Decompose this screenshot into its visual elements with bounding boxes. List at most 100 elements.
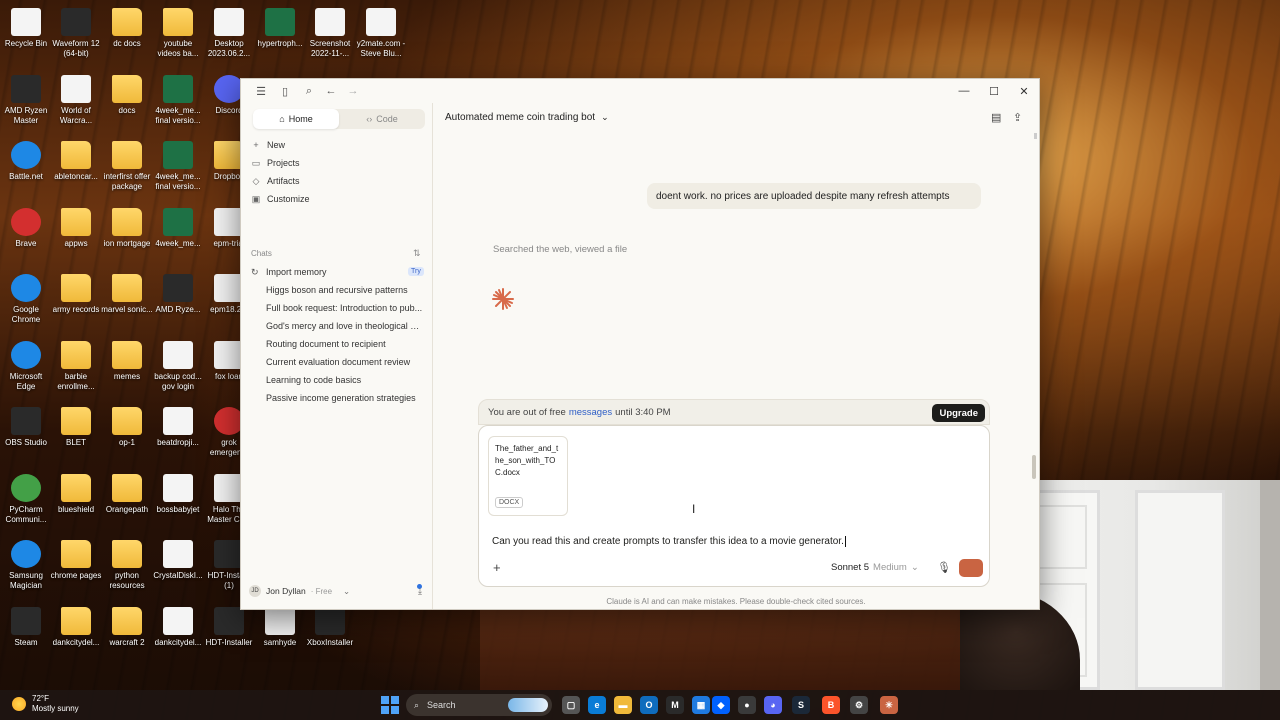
desktop-icon[interactable]: Steam — [0, 606, 52, 648]
desktop-icon[interactable]: backup cod... gov login — [152, 340, 204, 392]
desktop-icon[interactable]: army records — [50, 274, 102, 315]
chat-item[interactable]: Current evaluation document review — [266, 357, 424, 367]
sidebar-item-artifacts[interactable]: ◇ Artifacts — [251, 172, 427, 190]
search-icon[interactable]: ⌕ — [301, 83, 317, 99]
desktop-icon[interactable]: memes — [101, 340, 153, 382]
model-selector[interactable]: Sonnet 5 Medium ⌄ — [831, 562, 919, 573]
desktop-icon[interactable]: dc docs — [101, 8, 153, 49]
microphone-icon[interactable]: 🎙 — [937, 561, 951, 574]
desktop-icon[interactable]: chrome pages — [50, 540, 102, 581]
desktop-icon[interactable]: Screenshot 2022-11-... — [304, 8, 356, 59]
desktop-icon[interactable]: Samsung Magician — [0, 540, 52, 591]
sidebar-item-customize[interactable]: ▣ Customize — [251, 190, 427, 208]
desktop-icon[interactable]: World of Warcra... — [50, 74, 102, 126]
chat-item[interactable]: Full book request: Introduction to pub..… — [266, 303, 424, 313]
desktop-icon[interactable]: youtube videos ba... — [152, 8, 204, 59]
windows-start-icon[interactable] — [381, 696, 399, 714]
desktop-icon[interactable]: barbie enrollme... — [50, 340, 102, 392]
desktop-icon[interactable]: Waveform 12 (64-bit) — [50, 8, 102, 59]
add-attachment-button[interactable]: + — [493, 560, 501, 575]
desktop-icon[interactable]: Microsoft Edge — [0, 340, 52, 392]
desktop-icon[interactable]: beatdropji... — [152, 407, 204, 448]
desktop-icon[interactable]: Recycle Bin — [0, 8, 52, 49]
desktop-icon[interactable]: Desktop 2023.06.2... — [203, 8, 255, 59]
desktop-icon[interactable]: ion mortgage — [101, 207, 153, 249]
sidebar-toggle-icon[interactable]: ▯ — [277, 83, 293, 99]
desktop-icon[interactable]: marvel sonic... — [101, 274, 153, 315]
settings-icon[interactable]: ⚙ — [850, 696, 868, 714]
attachment-card[interactable]: The_father_and_the_son_with_TOC.docx DOC… — [488, 436, 568, 516]
desktop-icon[interactable]: 4week_me... final versio... — [152, 74, 204, 126]
desktop-icon[interactable]: Brave — [0, 207, 52, 249]
desktop-icon[interactable]: AMD Ryze... — [152, 274, 204, 315]
scrollbar-thumb[interactable] — [1032, 455, 1036, 479]
user-profile[interactable]: JD Jon Dyllan · Free ⌄ — [249, 583, 425, 599]
back-arrow-icon[interactable]: ← — [323, 83, 339, 99]
task-view-icon[interactable]: ▢ — [562, 696, 580, 714]
desktop-icon[interactable]: XboxInstaller — [304, 606, 356, 648]
filter-icon[interactable]: ⇅ — [413, 248, 421, 259]
chat-item[interactable]: Learning to code basics — [266, 375, 424, 385]
download-icon[interactable]: ⤓ — [418, 586, 422, 597]
sidebar-item-projects[interactable]: ▭ Projects — [251, 154, 427, 172]
desktop-icon[interactable]: blueshield — [50, 473, 102, 515]
desktop-icon[interactable]: 4week_me... final versio... — [152, 141, 204, 192]
minimize-button[interactable]: — — [951, 81, 977, 101]
desktop-icon[interactable]: hypertroph... — [254, 8, 306, 49]
tab-home[interactable]: ⌂ Home — [253, 109, 339, 129]
forward-arrow-icon[interactable]: → — [345, 83, 361, 99]
desktop-icon[interactable]: Orangepath — [101, 473, 153, 515]
chat-title-dropdown[interactable]: Automated meme coin trading bot ⌄ — [445, 112, 609, 123]
chat-item-import-memory[interactable]: Import memory — [266, 267, 424, 277]
store-icon[interactable]: ▦ — [692, 696, 710, 714]
desktop-icon[interactable]: bossbabyjet — [152, 473, 204, 515]
desktop-icon[interactable]: dankcitydel... — [152, 606, 204, 648]
desktop-icon[interactable]: y2mate.com - Steve Blu... — [355, 8, 407, 59]
desktop-icon[interactable]: 4week_me... — [152, 207, 204, 249]
desktop-icon[interactable]: warcraft 2 — [101, 606, 153, 648]
maximize-button[interactable]: ☐ — [981, 81, 1007, 101]
weather-widget[interactable]: 72°F Mostly sunny — [12, 694, 79, 714]
app-icon[interactable]: ● — [738, 696, 756, 714]
desktop-icon[interactable]: Google Chrome — [0, 274, 52, 325]
desktop-icon[interactable]: appws — [50, 207, 102, 249]
tool-status-line[interactable]: Searched the web, viewed a file — [493, 244, 627, 255]
tab-code[interactable]: ‹› Code — [339, 109, 425, 129]
chat-item[interactable]: God's mercy and love in theological ev..… — [266, 321, 424, 331]
desktop-icon[interactable]: BLET — [50, 407, 102, 448]
chat-item[interactable]: Higgs boson and recursive patterns — [266, 285, 424, 295]
steam-icon[interactable]: S — [792, 696, 810, 714]
desktop-icon[interactable]: OBS Studio — [0, 407, 52, 448]
desktop-icon[interactable]: python resources — [101, 540, 153, 591]
desktop-icon[interactable]: samhyde — [254, 606, 306, 648]
discord-icon[interactable]: ◕ — [764, 696, 782, 714]
prompt-input[interactable]: Can you read this and create prompts to … — [492, 536, 846, 547]
chat-item[interactable]: Passive income generation strategies — [266, 393, 424, 403]
desktop-icon[interactable]: PyCharm Communi... — [0, 473, 52, 525]
document-icon[interactable]: ▤ — [991, 111, 1001, 124]
desktop-icon[interactable]: HDT-Installer — [203, 606, 255, 648]
sidebar-item-new[interactable]: + New — [251, 136, 427, 154]
messages-link[interactable]: messages — [569, 407, 612, 418]
scrollbar-top[interactable] — [1034, 133, 1037, 139]
desktop-icon[interactable]: Battle.net — [0, 141, 52, 182]
chat-item[interactable]: Routing document to recipient — [266, 339, 424, 349]
desktop-icon[interactable]: op-1 — [101, 407, 153, 448]
desktop-icon[interactable]: docs — [101, 74, 153, 116]
taskbar-search[interactable]: ⌕ Search — [406, 694, 552, 716]
send-button[interactable] — [959, 559, 983, 577]
file-explorer-icon[interactable]: ▬ — [614, 696, 632, 714]
close-button[interactable]: ✕ — [1011, 81, 1037, 101]
outlook-icon[interactable]: O — [640, 696, 658, 714]
dropbox-icon[interactable]: ◆ — [712, 696, 730, 714]
desktop-icon[interactable]: CrystalDiskI... — [152, 540, 204, 581]
share-icon[interactable]: ⇪ — [1013, 111, 1022, 124]
desktop-icon[interactable]: AMD Ryzen Master — [0, 74, 52, 126]
upgrade-button[interactable]: Upgrade — [932, 404, 985, 422]
claude-icon[interactable]: ✳ — [880, 696, 898, 714]
edge-icon[interactable]: e — [588, 696, 606, 714]
menu-icon[interactable]: ☰ — [253, 83, 269, 99]
message-composer[interactable]: The_father_and_the_son_with_TOC.docx DOC… — [478, 425, 990, 587]
desktop-icon[interactable]: interfirst offer package — [101, 141, 153, 192]
desktop-icon[interactable]: abletoncar... — [50, 141, 102, 182]
